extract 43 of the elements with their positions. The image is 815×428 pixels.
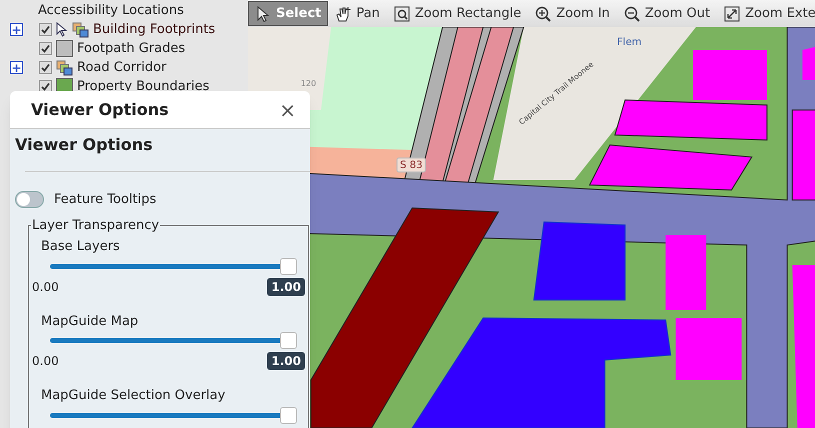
slider-min-value: 0.00 — [32, 278, 59, 296]
panel-heading: Viewer Options — [15, 134, 154, 156]
toggle-label: Feature Tooltips — [54, 191, 156, 209]
slider-thumb[interactable] — [280, 332, 297, 349]
slider-value-badge: 1.00 — [267, 278, 305, 296]
layer-label: Building Footprints — [93, 20, 216, 39]
close-button[interactable]: × — [279, 100, 296, 120]
zoom-out-icon — [624, 6, 640, 22]
checkbox[interactable] — [39, 23, 52, 36]
slider-thumb[interactable] — [280, 258, 297, 274]
layer-label: Road Corridor — [77, 58, 166, 77]
toolbar-button[interactable]: Zoom In — [528, 1, 617, 26]
layer-label: Accessibility Locations — [38, 2, 184, 20]
expand-button[interactable]: + — [10, 23, 23, 36]
building — [676, 318, 742, 380]
toggle-switch[interactable] — [15, 191, 44, 208]
slider-label: MapGuide Selection Overlay — [41, 387, 226, 405]
slider-min-value: 0.00 — [32, 353, 59, 370]
checkbox[interactable] — [39, 42, 52, 55]
checkbox[interactable] — [39, 61, 52, 74]
toolbar-button[interactable]: Zoom Out — [616, 1, 718, 26]
route-shield: S 83 — [396, 158, 426, 172]
toolbar-button[interactable]: Pan — [328, 1, 387, 26]
slider-thumb[interactable] — [280, 406, 297, 424]
map-label: Flem — [616, 37, 642, 48]
hand-icon — [335, 6, 352, 22]
pointer-icon — [255, 6, 271, 22]
layer-group-icon — [72, 22, 89, 38]
expand-button[interactable]: + — [10, 61, 23, 74]
slider-label: MapGuide Map — [41, 312, 140, 330]
fieldset-legend: Layer Transparency — [31, 216, 160, 235]
layer-label: Property Boundaries — [77, 78, 210, 96]
slider-label: Base Layers — [41, 238, 121, 256]
toolbar-button[interactable]: Zoom Rectangle — [386, 1, 528, 26]
slider-value-badge: 1.00 — [267, 352, 305, 370]
layer-label: Footpath Grades — [77, 40, 186, 58]
zoom-rectangle-icon — [394, 6, 410, 22]
toolbar-button[interactable]: Zoom Exte — [717, 1, 815, 26]
zoom-extent-icon — [724, 6, 740, 22]
zoom-in-icon — [535, 6, 552, 22]
building — [802, 45, 815, 80]
dialog-title: Viewer Options — [31, 98, 169, 120]
layer-group-icon — [56, 60, 73, 76]
